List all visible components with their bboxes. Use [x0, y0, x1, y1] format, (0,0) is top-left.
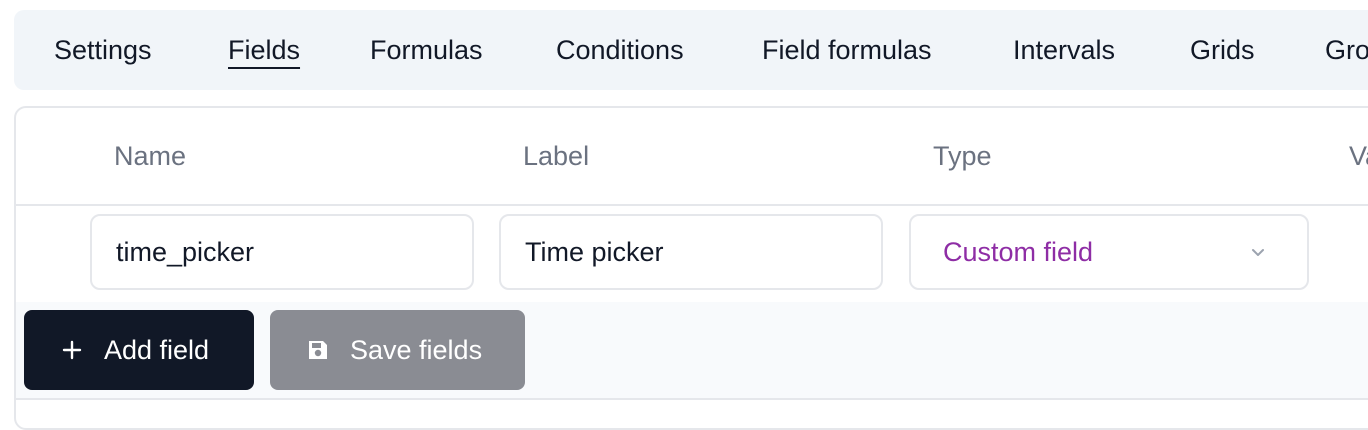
column-header-value: Value: [1349, 141, 1368, 171]
tab-intervals[interactable]: Intervals: [1013, 34, 1115, 66]
chevron-down-icon: [1252, 249, 1264, 256]
tab-formulas[interactable]: Formulas: [370, 34, 483, 66]
field-label-input[interactable]: Time picker: [499, 214, 883, 290]
save-fields-button[interactable]: Save fields: [270, 310, 525, 390]
fields-table-panel: Name Label Type Value time_picker Time p…: [14, 106, 1368, 430]
column-header-type: Type: [933, 141, 992, 171]
table-row: time_picker Time picker Custom field: [16, 206, 1368, 302]
table-actions: Add field Save fields: [16, 302, 1368, 400]
add-field-label: Add field: [104, 335, 210, 365]
column-header-label: Label: [523, 141, 590, 171]
field-type-value: Custom field: [943, 237, 1094, 267]
column-header-name: Name: [114, 141, 187, 171]
tab-settings[interactable]: Settings: [54, 34, 152, 66]
field-type-select[interactable]: Custom field: [909, 214, 1309, 290]
tab-field-formulas[interactable]: Field formulas: [762, 34, 932, 66]
add-field-button[interactable]: Add field: [24, 310, 254, 390]
plus-icon: [62, 340, 82, 360]
tab-conditions[interactable]: Conditions: [556, 34, 684, 66]
field-name-input[interactable]: time_picker: [90, 214, 474, 290]
floppy-disk-icon: [309, 341, 327, 359]
table-header: Name Label Type Value: [16, 108, 1368, 206]
tab-groups[interactable]: Groups: [1325, 34, 1368, 66]
tab-grids[interactable]: Grids: [1190, 34, 1255, 66]
save-fields-label: Save fields: [350, 335, 483, 365]
tab-bar: Settings Fields Formulas Conditions Fiel…: [14, 10, 1368, 90]
tab-fields[interactable]: Fields: [228, 34, 300, 66]
